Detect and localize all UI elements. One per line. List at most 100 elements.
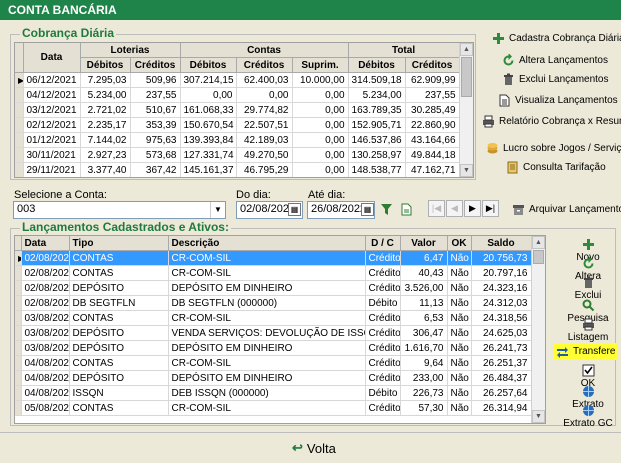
scroll-thumb[interactable] (461, 57, 472, 97)
cobranca-scrollbar[interactable]: ▲ ▼ (459, 43, 473, 177)
col-header-loterias-creditos[interactable]: Créditos (130, 57, 181, 73)
nav-last-icon[interactable]: ▶| (482, 200, 499, 217)
table-row[interactable]: 02/08/2021CONTASCR-COM-SILCrédito40,43Nã… (15, 265, 532, 281)
chevron-down-icon[interactable]: ▼ (210, 202, 225, 218)
lucro-jogos-button[interactable]: Lucro sobre Jogos / Serviços (486, 142, 621, 155)
col-header-total-creditos[interactable]: Créditos (405, 57, 460, 73)
cobranca-grid[interactable]: Data Loterias Contas Total Débitos Crédi… (14, 42, 474, 178)
scroll-thumb[interactable] (533, 250, 544, 264)
ate-dia-calendar-icon[interactable]: ▦ (361, 203, 374, 216)
table-cell: Crédito (365, 340, 401, 356)
table-cell: 7.295,03 (80, 72, 131, 88)
visualiza-lancamentos-button[interactable]: Visualiza Lançamentos (498, 94, 618, 107)
table-row[interactable]: 01/12/2021 7.144,02 975,63 139.393,84 42.189… (15, 132, 460, 148)
col-header-tipo[interactable]: Tipo (69, 236, 169, 251)
lucro-jogos-label: Lucro sobre Jogos / Serviços (503, 143, 621, 154)
arquivar-lancamentos-button[interactable]: Arquivar Lançamentos (512, 203, 621, 216)
table-row[interactable]: 02/08/2021DEPÓSITODEPÓSITO EM DINHEIROCr… (15, 280, 532, 296)
table-cell: Não (447, 370, 472, 386)
table-cell: CR-COM-SIL (168, 265, 366, 281)
table-cell: 49.844,18 (405, 147, 460, 163)
nav-prev-icon[interactable]: ◀ (446, 200, 463, 217)
table-row[interactable]: 05/08/2021CONTASCR-COM-SILCrédito57,30Nã… (15, 400, 532, 416)
volta-button[interactable]: ↩ Volta (292, 440, 336, 456)
listagem-button[interactable]: Listagem (563, 318, 613, 343)
plus-icon (493, 33, 504, 44)
lancamentos-grid[interactable]: Data Tipo Descrição D / C Valor OK Saldo… (14, 235, 546, 424)
table-cell: 03/12/2021 (23, 102, 81, 118)
table-cell: DEPÓSITO EM DINHEIRO (168, 280, 366, 296)
scroll-up-icon[interactable]: ▲ (460, 43, 473, 56)
col-header-descricao[interactable]: Descrição (168, 236, 366, 251)
table-row[interactable]: 03/12/2021 2.721,02 510,67 161.068,33 29.774… (15, 102, 460, 118)
col-header-loterias-debitos[interactable]: Débitos (80, 57, 131, 73)
col-header-data[interactable]: Data (23, 43, 81, 73)
relatorio-cobranca-button[interactable]: Relatório Cobrança x Resumos (482, 115, 621, 128)
col-header-contas-creditos[interactable]: Créditos (236, 57, 293, 73)
col-header-ok[interactable]: OK (447, 236, 472, 251)
table-row[interactable]: 30/11/2021 2.927,23 573,68 127.331,74 49.270… (15, 147, 460, 163)
ate-dia-value: 26/08/2022 (311, 203, 367, 215)
table-cell: 5.234,00 (348, 87, 406, 103)
table-row[interactable]: ▶02/08/2021CONTASCR-COM-SILCrédito6,47Nã… (15, 250, 532, 266)
table-row[interactable]: ▶06/12/20217.295,03509,96307.214,1562.40… (15, 72, 460, 88)
export-icon[interactable] (400, 203, 413, 216)
table-row[interactable]: 02/08/2021DB SEGTFLNDB SEGTFLN (000000)D… (15, 295, 532, 311)
altera-lancamentos-label: Altera Lançamentos (519, 55, 608, 66)
col-header-saldo[interactable]: Saldo (471, 236, 532, 251)
col-header-total-debitos[interactable]: Débitos (348, 57, 406, 73)
col-header-data[interactable]: Data (21, 236, 70, 251)
table-cell: CONTAS (69, 250, 169, 266)
conta-select[interactable]: 003 ▼ (13, 201, 226, 219)
extrato-gc-button[interactable]: Extrato GC (563, 404, 613, 429)
table-cell: 975,63 (130, 132, 181, 148)
table-cell: 40,43 (400, 265, 448, 281)
scroll-down-icon[interactable]: ▼ (532, 410, 545, 423)
consulta-tarifacao-button[interactable]: Consulta Tarifação (506, 161, 606, 174)
table-row[interactable]: 29/11/2021 3.377,40 367,42 145.161,37 46.795… (15, 162, 460, 177)
col-header-suprim[interactable]: Suprim. (292, 57, 349, 73)
table-cell: Não (447, 355, 472, 371)
refresh-icon (583, 257, 593, 269)
nav-next-icon[interactable]: ▶ (464, 200, 481, 217)
relatorio-cobranca-label: Relatório Cobrança x Resumos (499, 116, 621, 127)
group-header-loterias: Loterias (80, 43, 181, 58)
table-cell: Crédito (365, 355, 401, 371)
globe-icon (582, 386, 594, 397)
table-cell: 03/08/2021 (21, 310, 70, 326)
visualiza-lancamentos-label: Visualiza Lançamentos (515, 95, 618, 106)
lancamentos-scrollbar[interactable]: ▲ ▼ (531, 236, 545, 423)
transfere-button[interactable]: Transfere (554, 343, 618, 360)
table-row[interactable]: 04/12/2021 5.234,00 237,55 0,00 0,00 0,00 5.23… (15, 87, 460, 103)
row-indicator (15, 162, 24, 177)
scroll-down-icon[interactable]: ▼ (460, 164, 473, 177)
cobranca-table[interactable]: Data Loterias Contas Total Débitos Crédi… (15, 43, 460, 177)
table-row[interactable]: 03/08/2021DEPÓSITOVENDA SERVIÇOS: DEVOLU… (15, 325, 532, 341)
do-dia-calendar-icon[interactable]: ▦ (288, 203, 301, 216)
table-cell: DEPÓSITO EM DINHEIRO (168, 370, 366, 386)
printer-icon (582, 318, 594, 331)
table-row[interactable]: 04/08/2021CONTASCR-COM-SILCrédito9,64Não… (15, 355, 532, 371)
exclui-lancamentos-button[interactable]: Exclui Lançamentos (502, 73, 609, 86)
table-row[interactable]: 04/08/2021ISSQNDEB ISSQN (000000)Débito2… (15, 385, 532, 401)
table-row[interactable]: 02/12/2021 2.235,17 353,39 150.670,54 22.507… (15, 117, 460, 133)
table-row[interactable]: 03/08/2021DEPÓSITODEPÓSITO EM DINHEIROCr… (15, 340, 532, 356)
table-row[interactable]: 04/08/2021DEPÓSITODEPÓSITO EM DINHEIROCr… (15, 370, 532, 386)
table-cell: Débito (365, 295, 401, 311)
altera-lancamentos-button[interactable]: Altera Lançamentos (502, 54, 608, 67)
table-cell: 42.189,03 (236, 132, 293, 148)
col-header-contas-debitos[interactable]: Débitos (180, 57, 237, 73)
col-header-dc[interactable]: D / C (365, 236, 401, 251)
table-cell: Não (447, 295, 472, 311)
table-cell: 573,68 (130, 147, 181, 163)
table-cell: 62.400,03 (236, 72, 293, 88)
exclui-button[interactable]: Exclui (563, 276, 613, 301)
table-row[interactable]: 03/08/2021CONTASCR-COM-SILCrédito6,53Não… (15, 310, 532, 326)
filter-icon[interactable] (380, 203, 393, 216)
lancamentos-table[interactable]: Data Tipo Descrição D / C Valor OK Saldo… (15, 236, 532, 416)
table-cell: DEPÓSITO (69, 325, 169, 341)
scroll-up-icon[interactable]: ▲ (532, 236, 545, 249)
col-header-valor[interactable]: Valor (400, 236, 448, 251)
nav-first-icon[interactable]: |◀ (428, 200, 445, 217)
cadastra-cobranca-button[interactable]: Cadastra Cobrança Diária (492, 32, 621, 45)
